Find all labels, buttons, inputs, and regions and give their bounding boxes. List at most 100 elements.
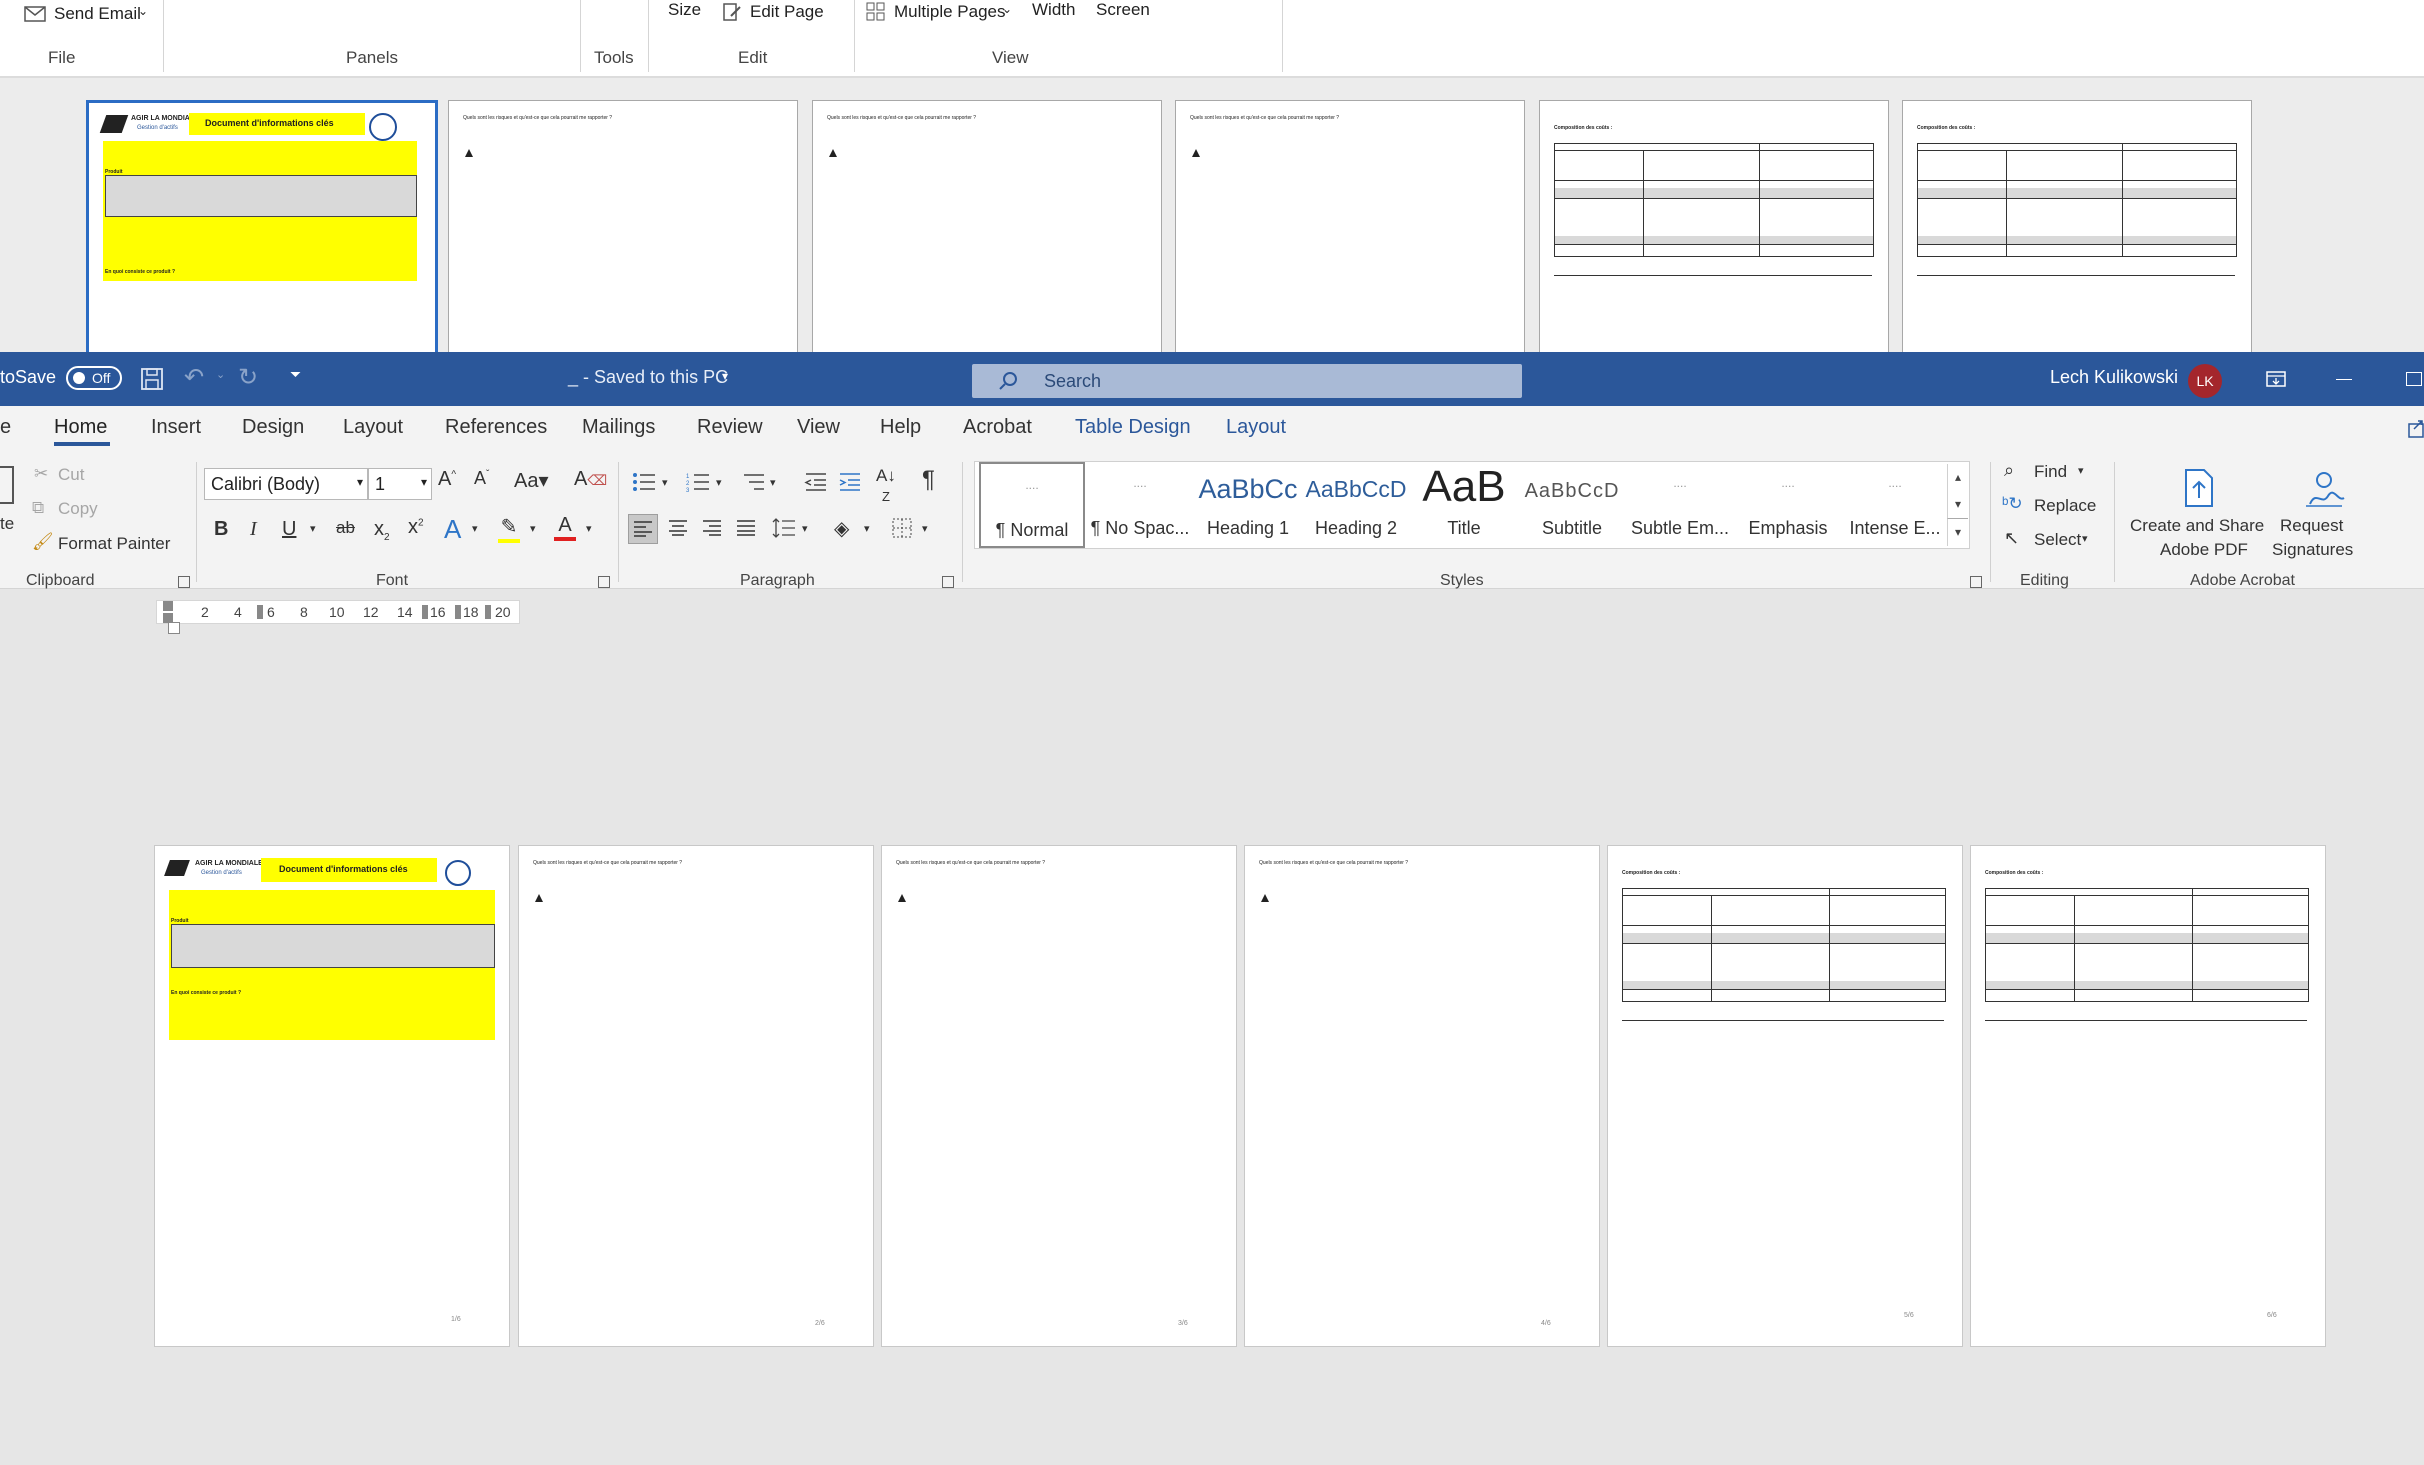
shading-icon[interactable]: ◈ — [834, 516, 849, 541]
fit-screen-button[interactable]: Screen — [1096, 0, 1150, 20]
chevron-down-icon[interactable]: ▾ — [2078, 464, 2084, 477]
replace-icon[interactable]: ᵇ↻ — [2002, 494, 2023, 514]
format-painter-button[interactable]: Format Painter — [58, 534, 170, 554]
font-dialog-launcher[interactable] — [598, 576, 610, 588]
style-subtitle[interactable]: AaBbCcD Subtitle — [1519, 462, 1625, 548]
column-marker[interactable] — [455, 605, 461, 619]
bold-icon[interactable]: B — [214, 518, 228, 541]
chevron-down-icon[interactable]: ▾ — [586, 522, 592, 535]
chevron-down-icon[interactable]: ▾ — [310, 522, 316, 535]
text-effects-icon[interactable]: A — [444, 514, 461, 545]
document-page-1[interactable]: AGIR LA MONDIALE Gestion d'actifs Docume… — [154, 845, 510, 1347]
show-formatting-marks-icon[interactable]: ¶ — [922, 466, 935, 494]
tab-layout[interactable]: Layout — [343, 416, 403, 439]
page-thumbnail-5[interactable]: Composition des coûts : — [1539, 100, 1889, 364]
column-marker[interactable] — [257, 605, 263, 619]
size-button[interactable]: Size — [668, 0, 701, 20]
align-left-button[interactable] — [628, 514, 658, 544]
multilevel-list-icon[interactable] — [742, 472, 766, 492]
minimize-icon[interactable] — [2336, 379, 2352, 380]
paste-icon[interactable] — [0, 466, 14, 504]
page-thumbnail-3[interactable]: Quels sont les risques et qu'est-ce que … — [812, 100, 1162, 364]
chevron-down-icon[interactable]: ▾ — [922, 522, 928, 535]
chevron-down-icon[interactable]: ▾ — [2082, 532, 2088, 545]
style-emphasis[interactable]: .... Emphasis — [1735, 462, 1841, 548]
search-box[interactable]: Search — [972, 364, 1522, 398]
page-thumbnail-6[interactable]: Composition des coûts : — [1902, 100, 2252, 364]
paragraph-dialog-launcher[interactable] — [942, 576, 954, 588]
maximize-icon[interactable] — [2406, 372, 2422, 386]
gallery-scroll-up-icon[interactable]: ▴ — [1947, 464, 1968, 491]
select-cursor-icon[interactable]: ↖ — [2004, 528, 2019, 549]
tab-acrobat[interactable]: Acrobat — [963, 416, 1032, 439]
page-thumbnail-4[interactable]: Quels sont les risques et qu'est-ce que … — [1175, 100, 1525, 364]
line-spacing-icon[interactable] — [772, 518, 796, 538]
style-intense-emphasis[interactable]: .... Intense E... — [1843, 462, 1947, 548]
create-share-pdf-button[interactable]: Create and Share Adobe PDF — [2124, 458, 2272, 568]
chevron-down-icon[interactable]: ▾ — [716, 476, 722, 489]
justify-icon[interactable] — [736, 520, 756, 536]
style-heading-1[interactable]: AaBbCc Heading 1 — [1195, 462, 1301, 548]
find-icon[interactable]: ⌕ — [2004, 460, 2014, 481]
chevron-down-icon[interactable]: ⌄ — [216, 368, 225, 381]
undo-icon[interactable]: ↶ — [184, 363, 204, 392]
ribbon-display-options-icon[interactable] — [2264, 368, 2288, 392]
customize-toolbar-icon[interactable]: ⏷ — [290, 366, 301, 383]
chevron-down-icon[interactable]: ▾ — [530, 522, 536, 535]
numbering-icon[interactable]: 123 — [686, 472, 710, 492]
chevron-down-icon[interactable]: ▾ — [802, 522, 808, 535]
document-page-6[interactable]: Composition des coûts : 6/6 — [1970, 845, 2326, 1347]
style-normal[interactable]: .... ¶ Normal — [979, 462, 1085, 548]
decrease-indent-icon[interactable] — [804, 472, 828, 492]
font-family-select[interactable]: Calibri (Body) ▾ — [204, 468, 368, 500]
grow-font-icon[interactable]: A^ — [438, 468, 456, 491]
replace-button[interactable]: Replace — [2034, 496, 2096, 516]
superscript-icon[interactable]: x2 — [408, 516, 424, 539]
select-button[interactable]: Select — [2034, 530, 2081, 550]
gallery-scroll-down-icon[interactable]: ▾ — [1947, 491, 1968, 518]
font-color-icon[interactable]: A — [554, 514, 576, 541]
tab-insert[interactable]: Insert — [151, 416, 201, 439]
style-no-spacing[interactable]: .... ¶ No Spac... — [1087, 462, 1193, 548]
document-page-2[interactable]: Quels sont les risques et qu'est-ce que … — [518, 845, 874, 1347]
chevron-down-icon[interactable]: ▾ — [864, 522, 870, 535]
highlight-color-icon[interactable]: ✎ — [498, 514, 520, 543]
underline-icon[interactable]: U — [282, 518, 296, 541]
align-right-icon[interactable] — [702, 520, 722, 536]
chevron-down-icon[interactable]: ▾ — [472, 522, 478, 535]
borders-icon[interactable] — [892, 518, 912, 538]
gallery-more-icon[interactable]: ▾ — [1947, 518, 1968, 546]
font-size-select[interactable]: 1 ▾ — [368, 468, 432, 500]
chevron-down-icon[interactable]: ▾ — [662, 476, 668, 489]
page-thumbnail-1[interactable]: AGIR LA MONDIALE Gestion d'actifs Docume… — [86, 100, 438, 368]
bullets-icon[interactable] — [632, 472, 656, 492]
change-case-icon[interactable]: Aa▾ — [514, 468, 549, 493]
tab-references[interactable]: References — [445, 416, 547, 439]
document-title[interactable]: _ - Saved to this PC — [568, 367, 728, 388]
subscript-icon[interactable]: x2 — [374, 518, 390, 543]
clipboard-dialog-launcher[interactable] — [178, 576, 190, 588]
document-page-3[interactable]: Quels sont les risques et qu'est-ce que … — [881, 845, 1237, 1347]
tab-table-design[interactable]: Table Design — [1075, 416, 1191, 439]
tab-table-layout[interactable]: Layout — [1226, 416, 1286, 439]
request-signatures-button[interactable]: Request Signatures — [2268, 458, 2378, 568]
style-subtle-emphasis[interactable]: .... Subtle Em... — [1627, 462, 1733, 548]
column-marker[interactable] — [485, 605, 491, 619]
redo-icon[interactable]: ↻ — [238, 363, 258, 392]
tab-mailings[interactable]: Mailings — [582, 416, 655, 439]
tab-home[interactable]: Home — [54, 416, 107, 439]
sort-icon[interactable]: A↓ Z — [876, 466, 896, 506]
tab-view[interactable]: View — [797, 416, 840, 439]
chevron-down-icon[interactable]: ▾ — [770, 476, 776, 489]
autosave-toggle[interactable]: Off — [66, 366, 122, 390]
copy-button[interactable]: Copy — [58, 499, 98, 519]
paste-button-label[interactable]: te — [0, 514, 14, 534]
tab-review[interactable]: Review — [697, 416, 763, 439]
document-page-4[interactable]: Quels sont les risques et qu'est-ce que … — [1244, 845, 1600, 1347]
tab-file[interactable]: e — [0, 416, 11, 439]
clear-formatting-icon[interactable]: A⌫ — [574, 468, 607, 491]
fit-width-button[interactable]: Width — [1032, 0, 1075, 20]
first-line-indent-marker[interactable] — [163, 601, 173, 611]
tab-design[interactable]: Design — [242, 416, 304, 439]
style-heading-2[interactable]: AaBbCcD Heading 2 — [1303, 462, 1409, 548]
